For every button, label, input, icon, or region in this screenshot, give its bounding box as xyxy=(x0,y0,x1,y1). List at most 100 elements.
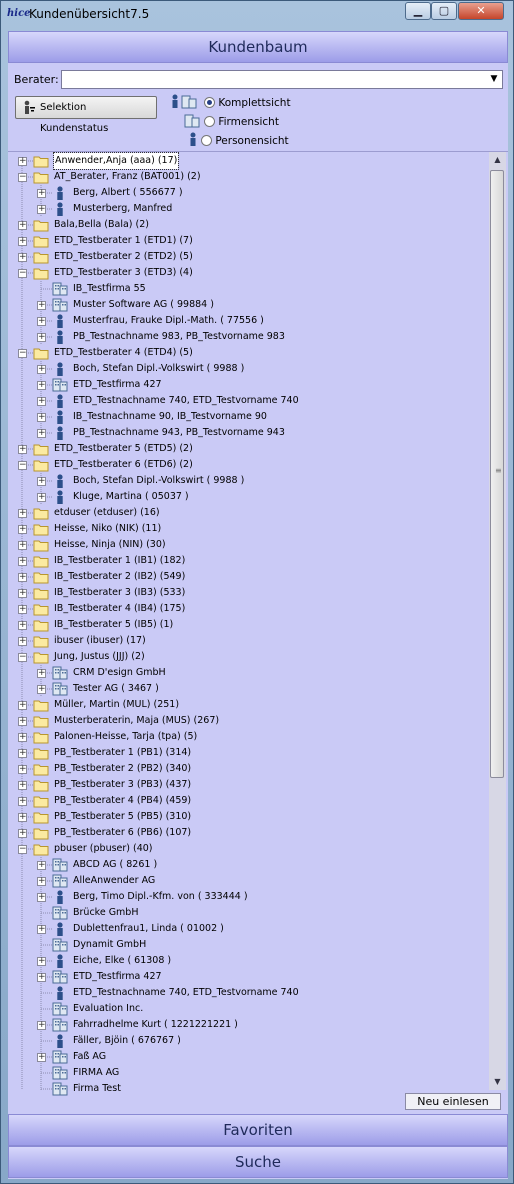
tree-node-label[interactable]: PB_Testberater 1 (PB1) (314) xyxy=(54,745,191,761)
tree-node-company[interactable]: + Muster Software AG ( 99884 ) xyxy=(8,297,488,313)
tree-node-person[interactable]: + Berg, Timo Dipl.-Kfm. von ( 333444 ) xyxy=(8,889,488,905)
expand-icon[interactable]: + xyxy=(37,317,46,326)
expand-icon[interactable]: + xyxy=(18,445,27,454)
collapse-icon[interactable]: − xyxy=(18,173,27,182)
tree-node-label[interactable]: Heisse, Niko (NIK) (11) xyxy=(54,521,161,537)
tree-node-label[interactable]: IB_Testberater 3 (IB3) (533) xyxy=(54,585,185,601)
tree-node-berater[interactable]: + Bala,Bella (Bala) (2) xyxy=(8,217,488,233)
expand-icon[interactable]: + xyxy=(37,925,46,934)
tree-node-label[interactable]: IB_Testberater 2 (IB2) (549) xyxy=(54,569,185,585)
tree-node-label[interactable]: Boch, Stefan Dipl.-Volkswirt ( 9988 ) xyxy=(73,473,244,489)
expand-icon[interactable]: + xyxy=(37,189,46,198)
tree-node-berater[interactable]: − ETD_Testberater 4 (ETD4) (5) xyxy=(8,345,488,361)
tree-node-berater[interactable]: + Müller, Martin (MUL) (251) xyxy=(8,697,488,713)
tree-node-label[interactable]: PB_Testberater 6 (PB6) (107) xyxy=(54,825,191,841)
tree-node-berater[interactable]: + ETD_Testberater 5 (ETD5) (2) xyxy=(8,441,488,457)
neu-einlesen-button[interactable]: Neu einlesen xyxy=(405,1093,501,1110)
close-button[interactable]: ✕ xyxy=(458,2,504,20)
expand-icon[interactable]: + xyxy=(18,157,27,166)
tree-node-berater[interactable]: − ETD_Testberater 6 (ETD6) (2) xyxy=(8,457,488,473)
tree-node-label[interactable]: ABCD AG ( 8261 ) xyxy=(73,857,157,873)
tree-node-berater[interactable]: + IB_Testberater 4 (IB4) (175) xyxy=(8,601,488,617)
tree-node-label[interactable]: Musterberg, Manfred xyxy=(73,201,172,217)
tree-node-company[interactable]: + AlleAnwender AG xyxy=(8,873,488,889)
expand-icon[interactable]: + xyxy=(18,253,27,262)
tree-node-label[interactable]: ETD_Testberater 2 (ETD2) (5) xyxy=(54,249,193,265)
tree-node-label[interactable]: PB_Testberater 3 (PB3) (437) xyxy=(54,777,191,793)
tree-node-label[interactable]: Berg, Timo Dipl.-Kfm. von ( 333444 ) xyxy=(73,889,248,905)
tree-node-label[interactable]: ETD_Testberater 4 (ETD4) (5) xyxy=(54,345,193,361)
expand-icon[interactable]: + xyxy=(18,749,27,758)
tree-node-berater[interactable]: + IB_Testberater 1 (IB1) (182) xyxy=(8,553,488,569)
tree-node-label[interactable]: Anwender,Anja (aaa) (17) xyxy=(52,152,180,170)
selektion-kundenstatus-button[interactable]: Selektion Kundenstatus xyxy=(15,96,157,134)
tree-node-label[interactable]: CRM D'esign GmbH xyxy=(73,665,166,681)
tree-node-company[interactable]: FIRMA AG xyxy=(8,1065,488,1081)
tree-node-person[interactable]: + Musterberg, Manfred xyxy=(8,201,488,217)
expand-icon[interactable]: + xyxy=(18,221,27,230)
tree-node-label[interactable]: PB_Testberater 4 (PB4) (459) xyxy=(54,793,191,809)
tree-node-berater[interactable]: + Palonen-Heisse, Tarja (tpa) (5) xyxy=(8,729,488,745)
expand-icon[interactable]: + xyxy=(18,557,27,566)
expand-icon[interactable]: + xyxy=(18,829,27,838)
expand-icon[interactable]: + xyxy=(18,717,27,726)
tree-node-person[interactable]: + Dublettenfrau1, Linda ( 01002 ) xyxy=(8,921,488,937)
tree-node-label[interactable]: PB_Testnachname 983, PB_Testvorname 983 xyxy=(73,329,285,345)
expand-icon[interactable]: + xyxy=(18,813,27,822)
tree-node-company[interactable]: + ETD_Testfirma 427 xyxy=(8,969,488,985)
vertical-scrollbar[interactable]: ▲ ≡ ▼ xyxy=(489,152,506,1090)
tree-node-person[interactable]: + Boch, Stefan Dipl.-Volkswirt ( 9988 ) xyxy=(8,361,488,377)
view-option-komplettsicht[interactable]: Komplettsicht xyxy=(171,94,291,110)
expand-icon[interactable]: + xyxy=(37,877,46,886)
expand-icon[interactable]: + xyxy=(18,637,27,646)
tree-node-label[interactable]: Musterberaterin, Maja (MUS) (267) xyxy=(54,713,219,729)
view-option-firmensicht[interactable]: Firmensicht xyxy=(184,113,279,129)
expand-icon[interactable]: + xyxy=(37,333,46,342)
expand-icon[interactable]: + xyxy=(37,861,46,870)
tree-node-berater[interactable]: − pbuser (pbuser) (40) xyxy=(8,841,488,857)
tree-node-berater[interactable]: + IB_Testberater 3 (IB3) (533) xyxy=(8,585,488,601)
tree-node-label[interactable]: Berg, Albert ( 556677 ) xyxy=(73,185,183,201)
tree-node-label[interactable]: pbuser (pbuser) (40) xyxy=(54,841,153,857)
expand-icon[interactable]: + xyxy=(18,797,27,806)
view-option-personensicht[interactable]: Personensicht xyxy=(188,132,289,148)
scroll-down-arrow-icon[interactable]: ▼ xyxy=(489,1074,506,1090)
tree-node-label[interactable]: Fahrradhelme Kurt ( 1221221221 ) xyxy=(73,1017,238,1033)
tree-node-company[interactable]: Dynamit GmbH xyxy=(8,937,488,953)
tree-node-person[interactable]: + Kluge, Martina ( 05037 ) xyxy=(8,489,488,505)
expand-icon[interactable]: + xyxy=(37,957,46,966)
tree-node-person[interactable]: + ETD_Testnachname 740, ETD_Testvorname 7… xyxy=(8,393,488,409)
tree-node-label[interactable]: PB_Testberater 5 (PB5) (310) xyxy=(54,809,191,825)
tree-node-label[interactable]: IB_Testberater 5 (IB5) (1) xyxy=(54,617,173,633)
tree-node-berater[interactable]: + ibuser (ibuser) (17) xyxy=(8,633,488,649)
radio-personensicht[interactable] xyxy=(201,135,213,146)
tree-node-label[interactable]: Eiche, Elke ( 61308 ) xyxy=(73,953,171,969)
tree-node-person[interactable]: + Eiche, Elke ( 61308 ) xyxy=(8,953,488,969)
tree-node-label[interactable]: IB_Testberater 1 (IB1) (182) xyxy=(54,553,185,569)
expand-icon[interactable]: + xyxy=(18,237,27,246)
tree-node-berater[interactable]: + PB_Testberater 1 (PB1) (314) xyxy=(8,745,488,761)
tree-node-label[interactable]: Kluge, Martina ( 05037 ) xyxy=(73,489,189,505)
tree-node-company[interactable]: + Tester AG ( 3467 ) xyxy=(8,681,488,697)
tree-node-berater[interactable]: + IB_Testberater 5 (IB5) (1) xyxy=(8,617,488,633)
expand-icon[interactable]: + xyxy=(37,477,46,486)
suche-tab[interactable]: Suche xyxy=(8,1146,508,1178)
expand-icon[interactable]: + xyxy=(18,733,27,742)
expand-icon[interactable]: + xyxy=(37,381,46,390)
expand-icon[interactable]: + xyxy=(37,1053,46,1062)
tree-node-person[interactable]: + Musterfrau, Frauke Dipl.-Math. ( 77556 … xyxy=(8,313,488,329)
title-bar[interactable]: hice Kundenübersicht7.5 ▁ ▢ ✕ xyxy=(1,1,513,27)
expand-icon[interactable]: + xyxy=(37,301,46,310)
tree-node-label[interactable]: ETD_Testberater 6 (ETD6) (2) xyxy=(54,457,193,473)
tree-node-company[interactable]: + CRM D'esign GmbH xyxy=(8,665,488,681)
collapse-icon[interactable]: − xyxy=(18,845,27,854)
collapse-icon[interactable]: − xyxy=(18,653,27,662)
tree-node-berater[interactable]: − ETD_Testberater 3 (ETD3) (4) xyxy=(8,265,488,281)
tree-node-label[interactable]: AT_Berater, Franz (BAT001) (2) xyxy=(54,169,201,185)
expand-icon[interactable]: + xyxy=(18,701,27,710)
scroll-up-arrow-icon[interactable]: ▲ xyxy=(489,152,506,168)
tree-node-company[interactable]: + ABCD AG ( 8261 ) xyxy=(8,857,488,873)
expand-icon[interactable]: + xyxy=(18,589,27,598)
tree-node-berater[interactable]: + IB_Testberater 2 (IB2) (549) xyxy=(8,569,488,585)
tree-node-berater[interactable]: + Heisse, Niko (NIK) (11) xyxy=(8,521,488,537)
